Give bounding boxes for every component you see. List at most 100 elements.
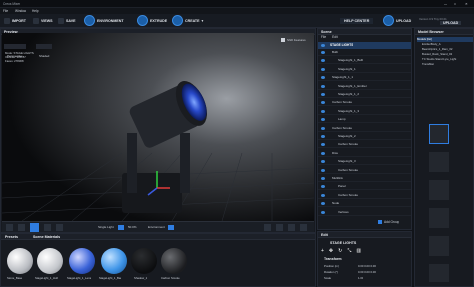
model-thumb[interactable] (429, 236, 449, 256)
tab-scene-materials[interactable]: Scene Materials (33, 235, 60, 239)
rotate-icon[interactable]: ↻ (338, 248, 342, 254)
eye-icon[interactable] (321, 44, 325, 47)
close-button[interactable]: ✕ (465, 2, 468, 6)
user-button[interactable]: UPLOAD (440, 21, 462, 25)
scene-tree-item[interactable]: Multilink (318, 175, 411, 182)
add-icon[interactable]: + (321, 248, 324, 254)
upload-button[interactable]: UPLOAD (383, 15, 411, 26)
eye-icon[interactable] (321, 109, 325, 113)
scene-tree-item[interactable]: StageLight_1_Bulb (318, 57, 411, 65)
add-group-button[interactable]: Add Group (378, 220, 399, 224)
scene-root-row[interactable]: STAGE LIGHTS (318, 42, 411, 49)
eye-icon[interactable] (321, 210, 325, 214)
edit-panel: Edit STAGE LIGHTS + ✥ ↻ ⤡ ▥ Transform Po… (317, 231, 412, 287)
scene-tree-item[interactable]: Node (318, 200, 411, 208)
position-value[interactable]: 0.00 0.00 0.00 (358, 264, 376, 268)
help-center-button[interactable]: HELP CENTER (340, 18, 374, 24)
scene-tab-file[interactable]: File (321, 35, 326, 41)
scene-tree-item[interactable]: StageLight_2 (318, 133, 411, 140)
material-swatch[interactable] (101, 248, 127, 274)
eye-icon[interactable] (321, 84, 325, 88)
environment-toggle[interactable] (168, 225, 174, 230)
scene-tree-item[interactable]: StageLight_1_2 (318, 91, 411, 98)
model-thumb[interactable] (429, 124, 449, 144)
scene-tree-item[interactable]: Dice (318, 150, 411, 157)
scale-tool-icon[interactable] (56, 224, 63, 231)
fullscreen-icon[interactable] (300, 224, 307, 231)
scene-tree-item[interactable]: Carbon Smoke (318, 125, 411, 132)
eye-icon[interactable] (321, 151, 325, 155)
scene-tree-item[interactable]: Bulb (318, 49, 411, 56)
create-button[interactable]: CREATE ▾ (172, 15, 203, 26)
import-button[interactable]: IMPORT (4, 18, 26, 24)
tab-presets[interactable]: Presets (5, 235, 18, 239)
scene-tree-item[interactable]: Vertices (318, 209, 411, 216)
select-tool-icon[interactable] (6, 224, 13, 231)
model-tree-item[interactable]: TransMat (417, 62, 473, 67)
scene-tree-item[interactable]: StageLight_1_1 (318, 74, 411, 82)
minimize-button[interactable]: — (444, 2, 447, 6)
eye-icon[interactable] (321, 93, 325, 96)
shaded-dropdown[interactable]: Shaded (36, 44, 53, 58)
rotation-value[interactable]: 0.00 0.00 0.00 (358, 270, 376, 274)
material-swatch[interactable] (131, 248, 157, 274)
scene-tree-item[interactable]: StageLight_1_3 (318, 108, 411, 115)
scene-tree-item[interactable]: Carbon Smoke (318, 141, 411, 149)
scene-tree-item[interactable]: StageLight_3 (318, 158, 411, 166)
eye-icon[interactable] (321, 177, 325, 180)
scene-tab-edit[interactable]: Edit (332, 35, 338, 41)
eye-icon[interactable] (321, 202, 325, 206)
single-light-toggle[interactable] (118, 225, 124, 230)
model-thumb[interactable] (429, 264, 449, 282)
scene-tree-item[interactable]: StageLight_1 (318, 66, 411, 73)
menu-window[interactable]: Window (15, 9, 26, 13)
move-icon[interactable]: ✥ (329, 248, 333, 254)
eye-icon[interactable] (321, 135, 325, 138)
environment-button[interactable]: ENVIRONMENT (84, 15, 124, 26)
model-thumb[interactable] (429, 180, 449, 200)
eye-icon[interactable] (321, 59, 325, 63)
transform-tool-icon[interactable] (30, 223, 39, 232)
perspective-dropdown[interactable]: Perspective (4, 44, 26, 58)
material-swatch[interactable] (161, 248, 187, 274)
rotate-tool-icon[interactable] (44, 224, 51, 231)
model-thumb[interactable] (429, 208, 449, 228)
eye-icon[interactable] (321, 101, 325, 105)
views-button[interactable]: VIEWS (33, 18, 53, 24)
eye-icon[interactable] (321, 143, 325, 147)
camera-icon[interactable] (264, 224, 271, 231)
material-swatch[interactable] (69, 248, 95, 274)
menu-file[interactable]: File (3, 9, 8, 13)
extrude-button[interactable]: EXTRUDE (137, 15, 167, 26)
grid-icon[interactable] (276, 224, 283, 231)
material-swatch[interactable] (7, 248, 33, 274)
title-bar: Creos Mixer — □ ✕ (0, 0, 474, 8)
eye-icon[interactable] (321, 76, 325, 80)
eye-icon[interactable] (321, 126, 325, 130)
scene-tree-item[interactable]: Carbon Smoke (318, 192, 411, 199)
scale-value[interactable]: 1.00 (358, 276, 363, 280)
eye-icon[interactable] (321, 51, 325, 54)
scene-tree-item[interactable]: Carbon Smoke (318, 99, 411, 107)
eye-icon[interactable] (321, 185, 325, 189)
shift-features-toggle[interactable]: Shift Features (281, 38, 306, 42)
eye-icon[interactable] (321, 118, 325, 122)
move-tool-icon[interactable] (18, 224, 25, 231)
save-button[interactable]: SAVE (58, 18, 76, 24)
maximize-button[interactable]: □ (454, 2, 456, 6)
eye-icon[interactable] (321, 193, 325, 197)
light-icon[interactable] (288, 224, 295, 231)
viewport-canvas[interactable] (2, 33, 314, 221)
scale-icon[interactable]: ⤡ (347, 248, 351, 254)
eye-icon[interactable] (321, 168, 325, 172)
scene-tree-item[interactable]: Panel (318, 183, 411, 191)
eye-icon[interactable] (321, 67, 325, 71)
model-thumb[interactable] (429, 152, 449, 172)
align-icon[interactable]: ▥ (356, 248, 361, 254)
scene-tree-item[interactable]: StageLight_1_Emitter (318, 83, 411, 90)
menu-help[interactable]: Help (32, 9, 39, 13)
eye-icon[interactable] (321, 160, 325, 164)
material-swatch[interactable] (37, 248, 63, 274)
scene-tree-item[interactable]: Lamp (318, 116, 411, 124)
scene-tree-item[interactable]: Carbon Smoke (318, 167, 411, 174)
